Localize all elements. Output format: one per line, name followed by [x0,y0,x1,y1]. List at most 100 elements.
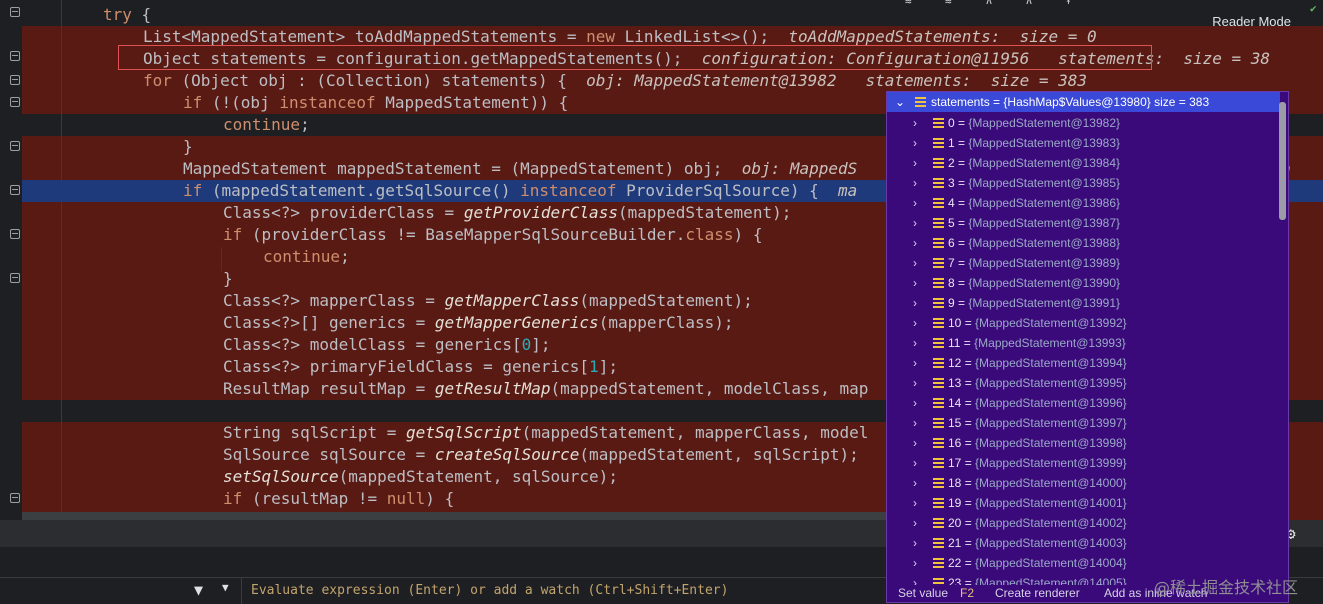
code-token: ; [340,247,350,266]
chevron-right-icon[interactable]: › [913,493,917,513]
code-token: (mappedStatement); [617,203,792,222]
chevron-right-icon[interactable]: › [913,553,917,573]
popup-header[interactable]: ⌄ statements = {HashMap$Values@13980} si… [887,92,1280,112]
chevron-right-icon[interactable]: › [913,533,917,553]
chevron-right-icon[interactable]: › [913,333,917,353]
chevron-down-icon[interactable]: ⌄ [895,92,905,112]
list-icon [933,138,944,148]
horizontal-scrollbar[interactable] [22,512,888,520]
chevron-right-icon[interactable]: › [913,193,917,213]
chevron-right-icon[interactable]: › [913,113,917,133]
chevron-right-icon[interactable]: › [913,293,917,313]
popup-list-item[interactable]: › 11 = {MappedStatement@13993} [887,333,1280,353]
popup-list-item[interactable]: › 21 = {MappedStatement@14003} [887,533,1280,553]
item-index: 17 [948,456,962,470]
code-line[interactable]: for (Object obj : (Collection) statement… [22,70,1323,92]
chevron-right-icon[interactable]: › [913,473,917,493]
code-token: try [103,5,132,24]
code-token: (mappedStatement, sqlScript); [579,445,859,464]
code-token: (mappedStatement, sqlSource); [338,467,618,486]
list-icon [933,278,944,288]
chevron-right-icon[interactable]: › [913,233,917,253]
popup-list-item[interactable]: › 0 = {MappedStatement@13982} [887,113,1280,133]
popup-list-item[interactable]: › 16 = {MappedStatement@13998} [887,433,1280,453]
create-renderer-link[interactable]: Create renderer [995,585,1080,602]
item-index: 15 [948,416,962,430]
list-icon [933,258,944,268]
indent-guide [61,0,62,520]
code-token: String sqlScript = [223,423,407,442]
code-token: (providerClass != BaseMapperSqlSourceBui… [242,225,686,244]
fold-icon[interactable] [10,229,20,239]
popup-list-item[interactable]: › 2 = {MappedStatement@13984} [887,153,1280,173]
popup-list-item[interactable]: › 1 = {MappedStatement@13983} [887,133,1280,153]
item-index: 11 [948,336,961,350]
popup-list-item[interactable]: › 17 = {MappedStatement@13999} [887,453,1280,473]
code-token: instanceof [520,181,617,200]
code-token: Class<?> modelClass = generics[ [223,335,522,354]
set-value-link[interactable]: Set value [898,585,948,602]
toolbar-icon[interactable]: ⊼ [985,0,993,7]
popup-list-item[interactable]: › 7 = {MappedStatement@13989} [887,253,1280,273]
code-token: if [183,181,203,200]
toolbar-icon[interactable]: ≋ [945,0,952,7]
debug-value-popup[interactable]: ⌄ statements = {HashMap$Values@13980} si… [886,91,1289,603]
popup-list-item[interactable]: › 15 = {MappedStatement@13997} [887,413,1280,433]
chevron-right-icon[interactable]: › [913,373,917,393]
reader-mode-button[interactable]: Reader Mode [1212,14,1291,29]
popup-list-item[interactable]: › 6 = {MappedStatement@13988} [887,233,1280,253]
toolbar-icon[interactable]: ≋ [905,0,912,7]
chevron-right-icon[interactable]: › [913,513,917,533]
toolbar-icon[interactable]: ⊼ [1025,0,1033,7]
item-index: 19 [948,496,962,510]
item-value: {MappedStatement@13982} [968,116,1121,130]
chevron-right-icon[interactable]: › [913,353,917,373]
popup-list-item[interactable]: › 3 = {MappedStatement@13985} [887,173,1280,193]
chevron-right-icon[interactable]: › [913,213,917,233]
popup-list-item[interactable]: › 14 = {MappedStatement@13996} [887,393,1280,413]
chevron-right-icon[interactable]: › [913,173,917,193]
chevron-down-icon[interactable]: ▼ [222,581,229,594]
code-token: if [223,489,243,508]
fold-icon[interactable] [10,75,20,85]
popup-list-item[interactable]: › 13 = {MappedStatement@13995} [887,373,1280,393]
fold-icon[interactable] [10,7,20,17]
chevron-right-icon[interactable]: › [913,133,917,153]
fold-icon[interactable] [10,493,20,503]
popup-list-item[interactable]: › 9 = {MappedStatement@13991} [887,293,1280,313]
fold-icon[interactable] [10,273,20,283]
item-index: 3 [948,176,955,190]
popup-list-item[interactable]: › 5 = {MappedStatement@13987} [887,213,1280,233]
chevron-right-icon[interactable]: › [913,433,917,453]
filter-icon[interactable]: ▼ [194,581,203,599]
divider [241,578,242,604]
item-index: 12 [948,356,962,370]
fold-icon[interactable] [10,141,20,151]
chevron-right-icon[interactable]: › [913,253,917,273]
popup-list-item[interactable]: › 4 = {MappedStatement@13986} [887,193,1280,213]
chevron-right-icon[interactable]: › [913,413,917,433]
item-value: {MappedStatement@13984} [968,156,1121,170]
code-token: obj: MappedStatement@13982 statements: s… [586,71,1088,90]
fold-icon[interactable] [10,51,20,61]
popup-list-item[interactable]: › 22 = {MappedStatement@14004} [887,553,1280,573]
fold-icon[interactable] [10,97,20,107]
vertical-scrollbar[interactable] [1279,102,1286,220]
fold-icon[interactable] [10,185,20,195]
chevron-right-icon[interactable]: › [913,393,917,413]
popup-list-item[interactable]: › 10 = {MappedStatement@13992} [887,313,1280,333]
popup-list-item[interactable]: › 8 = {MappedStatement@13990} [887,273,1280,293]
chevron-right-icon[interactable]: › [913,273,917,293]
code-line[interactable]: try { [22,4,1323,26]
toolbar-icon[interactable]: ↟ [1065,0,1072,7]
code-token: class [685,225,734,244]
evaluate-input[interactable]: Evaluate expression (Enter) or add a wat… [251,583,728,598]
list-icon [933,558,944,568]
chevron-right-icon[interactable]: › [913,313,917,333]
chevron-right-icon[interactable]: › [913,453,917,473]
chevron-right-icon[interactable]: › [913,153,917,173]
popup-list-item[interactable]: › 18 = {MappedStatement@14000} [887,473,1280,493]
popup-list-item[interactable]: › 12 = {MappedStatement@13994} [887,353,1280,373]
popup-list-item[interactable]: › 19 = {MappedStatement@14001} [887,493,1280,513]
popup-list-item[interactable]: › 20 = {MappedStatement@14002} [887,513,1280,533]
